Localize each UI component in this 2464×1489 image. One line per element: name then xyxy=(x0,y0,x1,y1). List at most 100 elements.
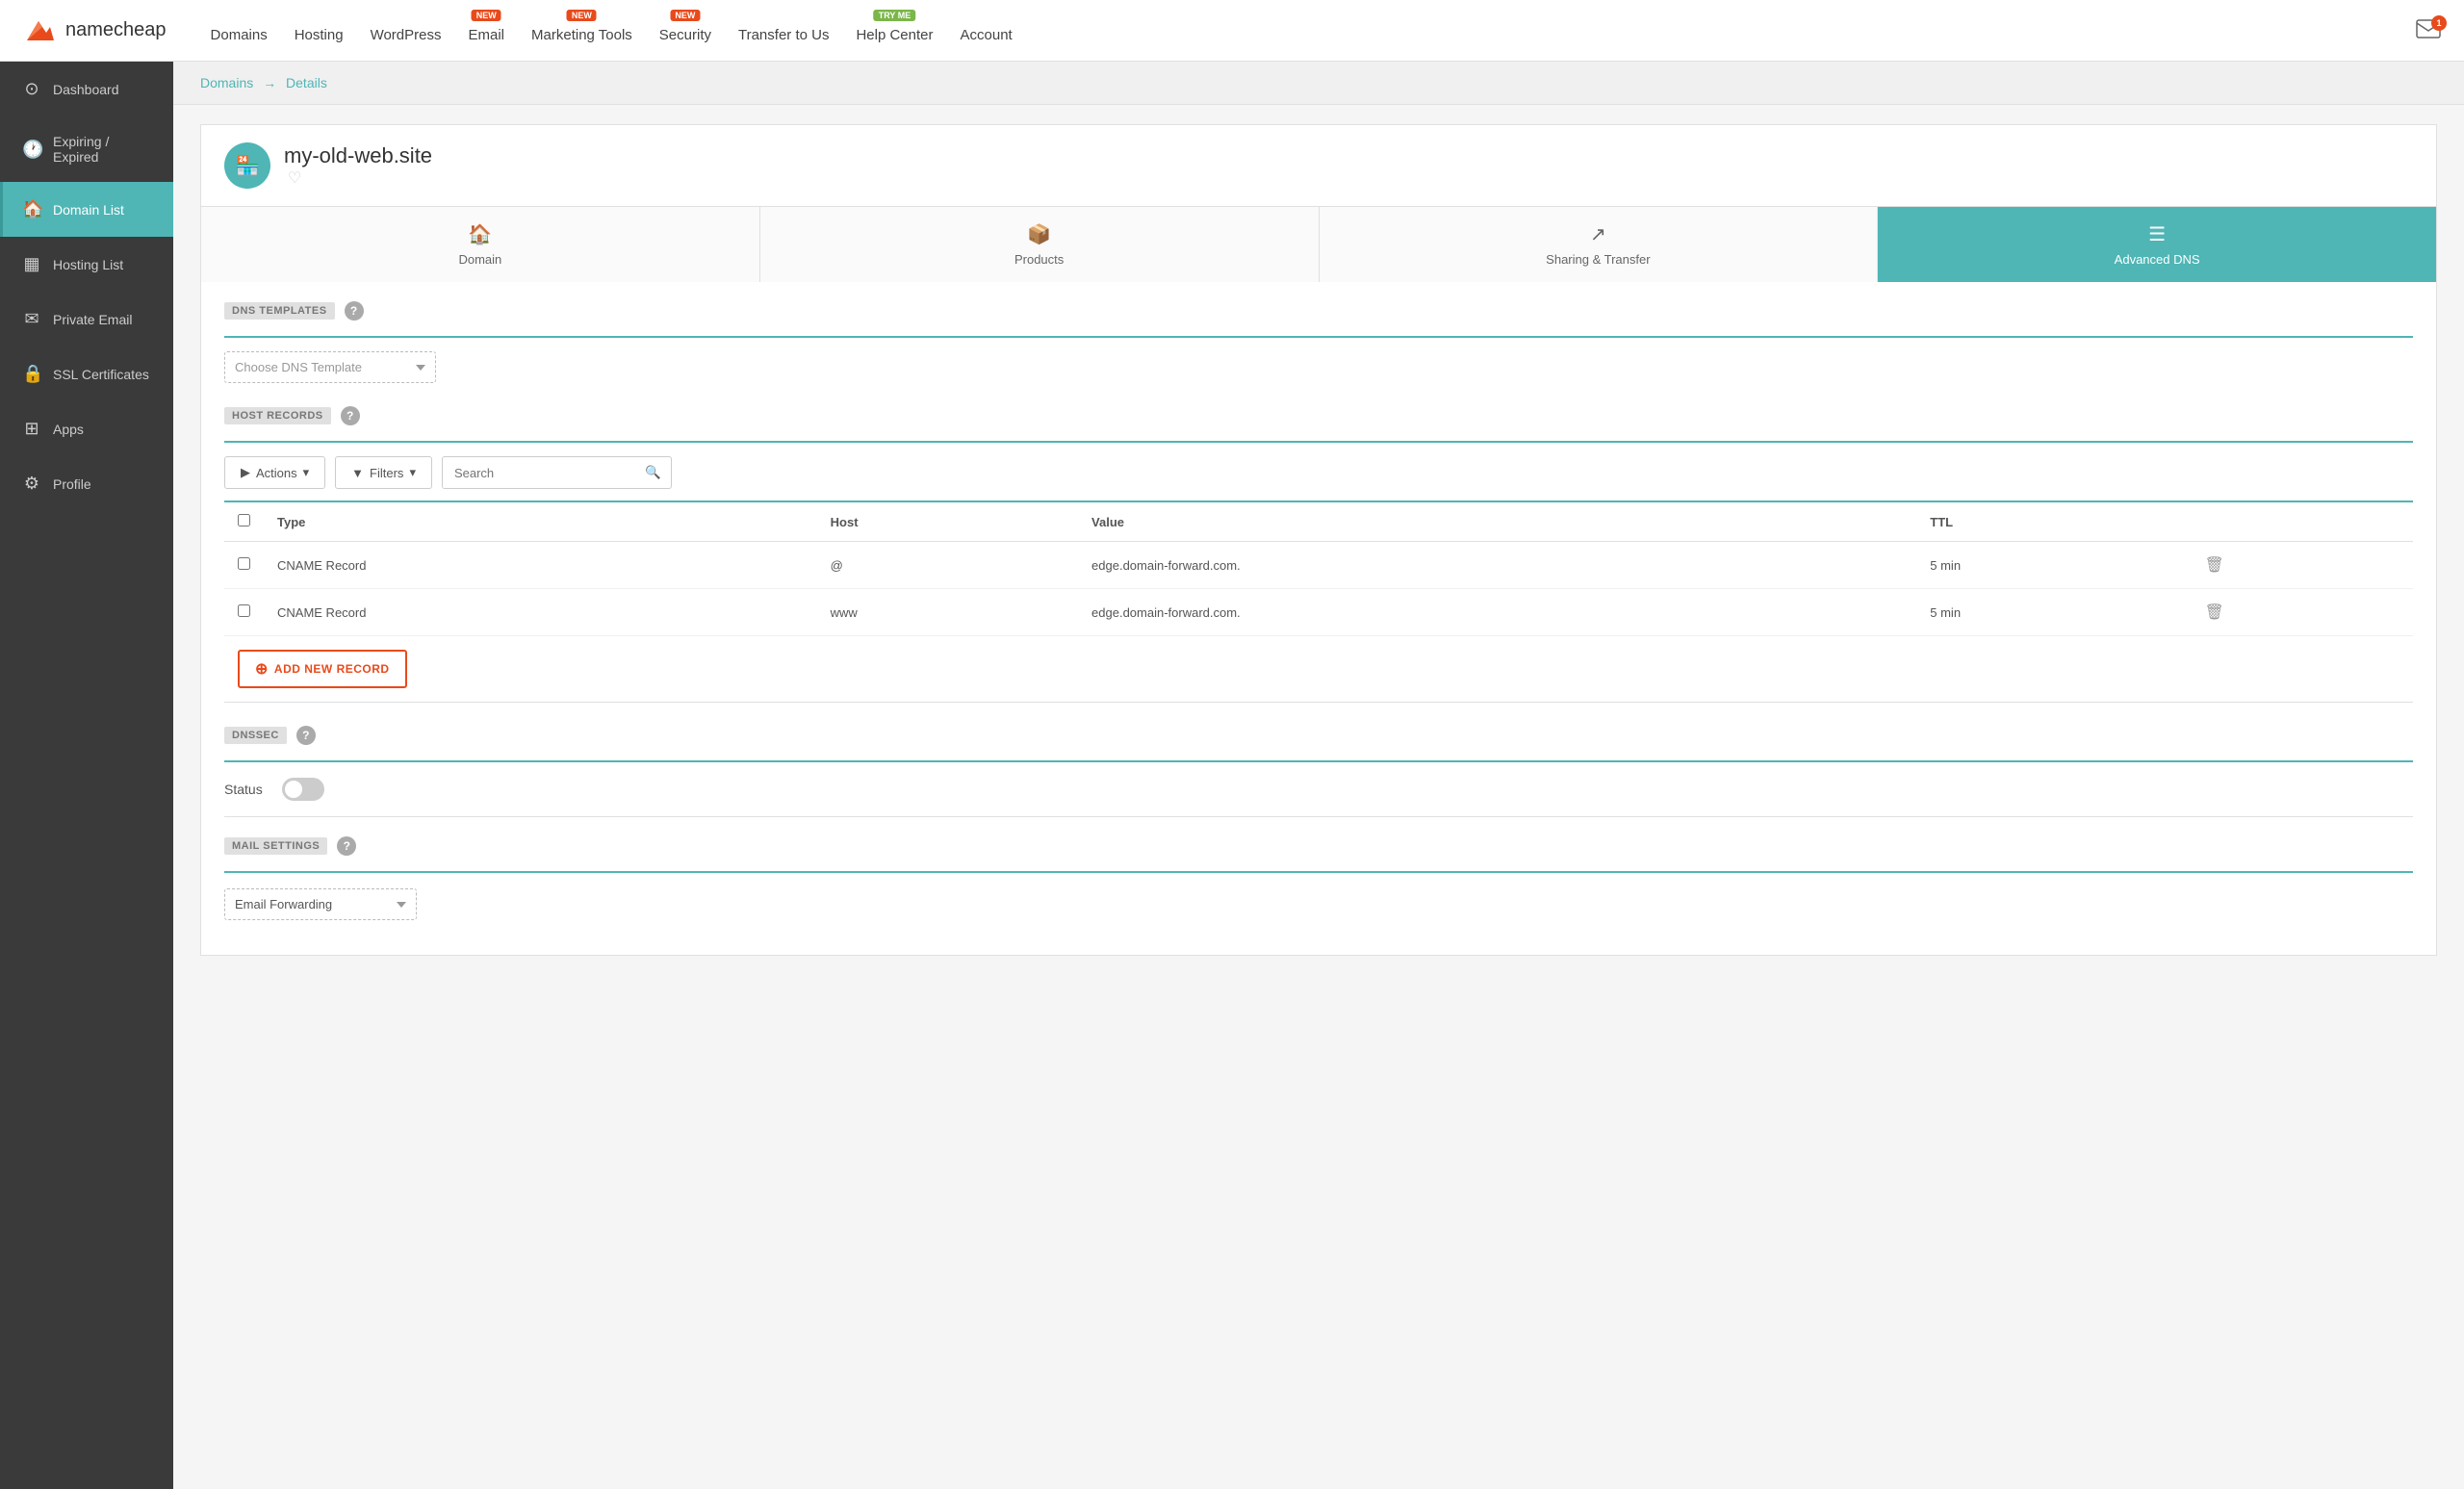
nav-account[interactable]: Account xyxy=(947,0,1026,62)
nav-right: 1 xyxy=(2416,19,2441,41)
actions-button[interactable]: ▶ Actions ▾ xyxy=(224,456,325,489)
nav-items: Domains Hosting WordPress NEW Email NEW … xyxy=(197,0,2416,62)
col-type: Type xyxy=(264,501,817,542)
privateemail-icon: ✉ xyxy=(22,309,41,329)
sidebar-item-expiring[interactable]: 🕐 Expiring / Expired xyxy=(0,116,173,182)
delete-record-1[interactable]: 🗑 xyxy=(2205,555,2224,575)
filters-button[interactable]: ▼ Filters ▾ xyxy=(335,456,432,489)
add-record-row: ⊕ ADD NEW RECORD xyxy=(224,636,2413,703)
brand-name: namecheap xyxy=(65,19,167,41)
top-nav: namecheap Domains Hosting WordPress NEW … xyxy=(0,0,2464,62)
dnssec-help-icon[interactable]: ? xyxy=(296,726,316,745)
dns-templates-help-icon[interactable]: ? xyxy=(345,301,364,321)
mail-settings-help-icon[interactable]: ? xyxy=(337,836,356,856)
dnssec-section: DNSSEC ? Status xyxy=(224,726,2413,817)
tab-advanceddns-icon: ☰ xyxy=(2148,222,2166,246)
dnssec-header: DNSSEC ? xyxy=(224,726,2413,745)
ssl-icon: 🔒 xyxy=(22,364,41,384)
domainlist-icon: 🏠 xyxy=(22,199,41,219)
row-checkbox-1[interactable] xyxy=(238,557,250,570)
apps-icon: ⊞ xyxy=(22,419,41,439)
nav-wordpress[interactable]: WordPress xyxy=(357,0,455,62)
nav-email[interactable]: NEW Email xyxy=(455,0,519,62)
nav-transfer[interactable]: Transfer to Us xyxy=(725,0,842,62)
col-value: Value xyxy=(1078,501,1916,542)
expiring-icon: 🕐 xyxy=(22,140,41,160)
tab-domain[interactable]: 🏠 Domain xyxy=(201,207,760,282)
col-host: Host xyxy=(817,501,1078,542)
tab-products[interactable]: 📦 Products xyxy=(760,207,1320,282)
dnssec-toggle[interactable] xyxy=(282,778,324,801)
dnssec-label: DNSSEC xyxy=(224,727,287,744)
sidebar: ⊙ Dashboard 🕐 Expiring / Expired 🏠 Domai… xyxy=(0,62,173,1489)
nav-hosting[interactable]: Hosting xyxy=(281,0,357,62)
table-row: CNAME Record @ edge.domain-forward.com. … xyxy=(224,542,2413,589)
help-badge: TRY ME xyxy=(874,10,916,21)
dnssec-row: Status xyxy=(224,760,2413,817)
filters-chevron-icon: ▾ xyxy=(409,465,416,480)
play-icon: ▶ xyxy=(241,465,250,480)
sidebar-item-domain-list[interactable]: 🏠 Domain List xyxy=(0,182,173,237)
domain-header: 🏪 my-old-web.site ♡ xyxy=(201,125,2436,206)
row-checkbox-2[interactable] xyxy=(238,604,250,617)
host-records-help-icon[interactable]: ? xyxy=(341,406,360,425)
host-records-header: HOST RECORDS ? xyxy=(224,406,2413,425)
security-badge: NEW xyxy=(670,10,700,21)
host-records-label: HOST RECORDS xyxy=(224,407,331,424)
record-ttl-2: 5 min xyxy=(1916,589,2191,636)
sidebar-item-ssl[interactable]: 🔒 SSL Certificates xyxy=(0,347,173,401)
profile-icon: ⚙ xyxy=(22,474,41,494)
search-button[interactable]: 🔍 xyxy=(635,457,671,488)
dns-template-select[interactable]: Choose DNS Template xyxy=(224,351,436,383)
dns-templates-label: DNS TEMPLATES xyxy=(224,302,335,320)
tab-products-icon: 📦 xyxy=(1027,222,1051,246)
sidebar-item-apps[interactable]: ⊞ Apps xyxy=(0,401,173,456)
delete-record-2[interactable]: 🗑 xyxy=(2205,603,2224,622)
add-new-record-button[interactable]: ⊕ ADD NEW RECORD xyxy=(238,650,407,688)
toolbar: ▶ Actions ▾ ▼ Filters ▾ 🔍 xyxy=(224,456,2413,489)
record-ttl-1: 5 min xyxy=(1916,542,2191,589)
tab-domain-icon: 🏠 xyxy=(468,222,492,246)
sidebar-item-private-email[interactable]: ✉ Private Email xyxy=(0,292,173,347)
main-layout: ⊙ Dashboard 🕐 Expiring / Expired 🏠 Domai… xyxy=(0,62,2464,1489)
record-type-1: CNAME Record xyxy=(264,542,817,589)
select-all-checkbox[interactable] xyxy=(238,514,250,526)
breadcrumb-root[interactable]: Domains xyxy=(200,75,253,90)
nav-domains[interactable]: Domains xyxy=(197,0,281,62)
domain-avatar: 🏪 xyxy=(224,142,270,189)
mail-icon-wrap[interactable]: 1 xyxy=(2416,19,2441,41)
tab-sharing-label: Sharing & Transfer xyxy=(1546,252,1650,267)
mail-settings-header: MAIL SETTINGS ? xyxy=(224,836,2413,856)
mail-row: Email Forwarding xyxy=(224,871,2413,936)
sidebar-item-hosting[interactable]: ▦ Hosting List xyxy=(0,237,173,292)
nav-help[interactable]: TRY ME Help Center xyxy=(842,0,946,62)
tab-advanced-dns[interactable]: ☰ Advanced DNS xyxy=(1878,207,2436,282)
logo[interactable]: namecheap xyxy=(23,13,167,48)
search-input[interactable] xyxy=(443,458,635,488)
favorite-icon[interactable]: ♡ xyxy=(288,168,432,188)
email-badge: NEW xyxy=(472,10,501,21)
dns-templates-divider xyxy=(224,336,2413,338)
tab-sharing[interactable]: ↗ Sharing & Transfer xyxy=(1320,207,1879,282)
add-icon: ⊕ xyxy=(255,659,269,679)
actions-chevron-icon: ▾ xyxy=(303,465,310,480)
breadcrumb-arrow: → xyxy=(263,75,276,90)
nav-marketing[interactable]: NEW Marketing Tools xyxy=(518,0,646,62)
tabs: 🏠 Domain 📦 Products ↗ Sharing & Transfer… xyxy=(201,206,2436,282)
tab-products-label: Products xyxy=(1014,252,1064,267)
main-content: Domains → Details 🏪 my-old-web.site ♡ 🏠 … xyxy=(173,62,2464,1489)
dns-templates-row: Choose DNS Template xyxy=(224,351,2413,383)
filter-icon: ▼ xyxy=(351,466,364,480)
mail-settings-label: MAIL SETTINGS xyxy=(224,837,327,855)
sidebar-item-profile[interactable]: ⚙ Profile xyxy=(0,456,173,511)
dashboard-icon: ⊙ xyxy=(22,79,41,99)
nav-security[interactable]: NEW Security xyxy=(646,0,725,62)
mail-forwarding-select[interactable]: Email Forwarding xyxy=(224,888,417,920)
record-value-1: edge.domain-forward.com. xyxy=(1078,542,1916,589)
tab-domain-label: Domain xyxy=(458,252,501,267)
table-row: CNAME Record www edge.domain-forward.com… xyxy=(224,589,2413,636)
tab-advanced-dns-label: Advanced DNS xyxy=(2115,252,2200,267)
host-records-divider xyxy=(224,441,2413,443)
domain-name: my-old-web.site xyxy=(284,143,432,168)
sidebar-item-dashboard[interactable]: ⊙ Dashboard xyxy=(0,62,173,116)
